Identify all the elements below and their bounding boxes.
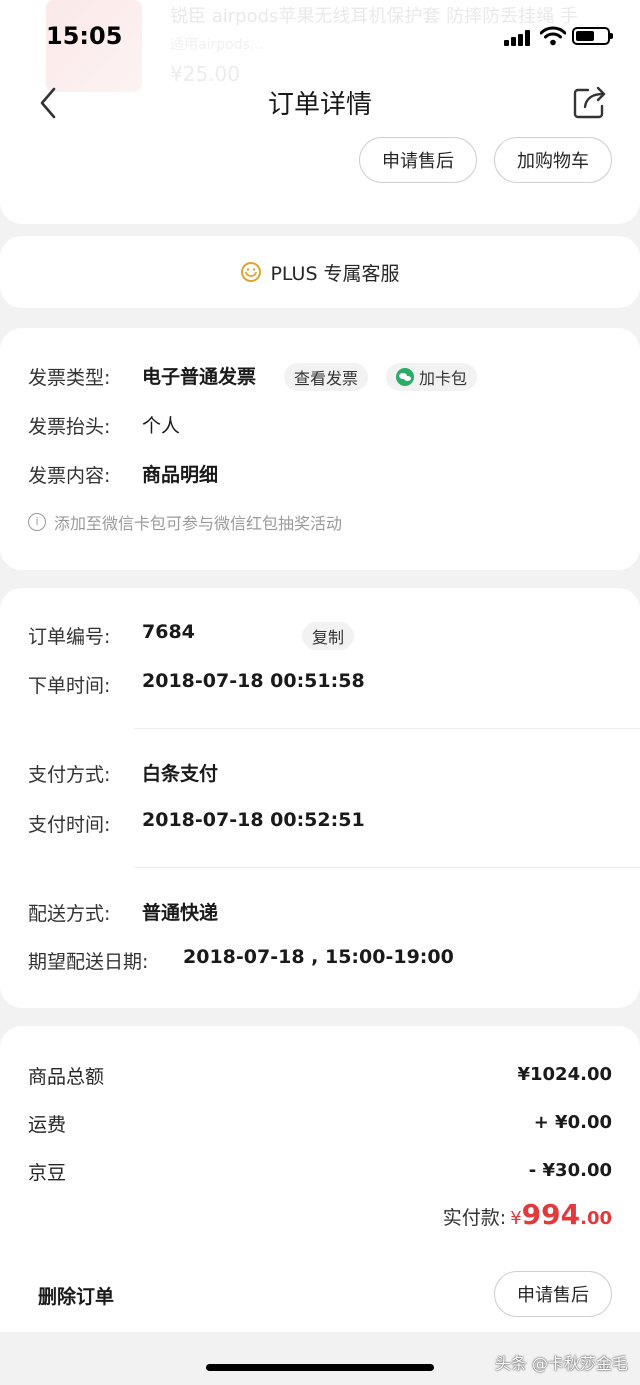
- customer-service-icon: [241, 262, 262, 282]
- invoice-type-label: 发票类型:: [28, 366, 111, 389]
- copy-order-no-button[interactable]: 复制: [302, 622, 355, 650]
- pay-time-label: 支付时间:: [28, 813, 111, 836]
- plus-service-card[interactable]: PLUS 专属客服: [0, 236, 640, 308]
- ship-method-row: 配送方式:: [28, 897, 110, 927]
- invoice-content-label: 发票内容:: [28, 464, 111, 487]
- home-indicator[interactable]: [206, 1364, 434, 1371]
- freight-label: 运费: [28, 1114, 67, 1136]
- order-time-label: 下单时间:: [28, 674, 111, 697]
- goods-total-value: ¥1024.00: [517, 1064, 612, 1085]
- pay-method-row: 支付方式:: [28, 758, 110, 788]
- order-no-value: 7684: [142, 621, 195, 643]
- status-bar: 15:05: [0, 0, 640, 70]
- add-to-wallet-label: 加卡包: [419, 369, 468, 388]
- wifi-icon: [540, 26, 566, 46]
- info-icon: i: [28, 513, 46, 531]
- invoice-content-row: 发票内容:: [28, 459, 110, 489]
- order-no-label: 订单编号:: [28, 625, 111, 648]
- apply-after-sale-bottom-button[interactable]: 申请售后: [494, 1271, 612, 1317]
- pay-time-value: 2018-07-18 00:52:51: [142, 809, 365, 831]
- delivery-date-value: 2018-07-18 , 15:00-19:00: [183, 946, 454, 968]
- paid-decimal: .00: [580, 1208, 612, 1229]
- freight-value: + ¥0.00: [533, 1112, 612, 1133]
- ship-method-label: 配送方式:: [28, 902, 111, 925]
- divider: [134, 867, 640, 868]
- paid-label: 实付款:: [442, 1207, 507, 1229]
- invoice-content-value: 商品明细: [142, 464, 219, 486]
- paid-integer: 994: [521, 1198, 581, 1231]
- invoice-title-row: 发票抬头:: [28, 410, 110, 440]
- cellular-signal-icon: [504, 30, 534, 46]
- header-area: 锐臣 airpods苹果无线耳机保护套 防摔防丢挂绳 手 适用airpods..…: [0, 0, 640, 224]
- status-time: 15:05: [46, 22, 123, 50]
- wallet-hint: i 添加至微信卡包可参与微信红包抽奖活动: [28, 510, 342, 534]
- invoice-title-value: 个人: [142, 415, 181, 437]
- order-no-row: 订单编号:: [28, 620, 110, 650]
- wechat-icon: [396, 368, 414, 386]
- ship-method-value: 普通快递: [142, 902, 219, 924]
- invoice-title-label: 发票抬头:: [28, 415, 111, 438]
- pay-time-row: 支付时间:: [28, 808, 110, 838]
- divider: [134, 728, 640, 729]
- page-title: 订单详情: [267, 90, 372, 120]
- pay-method-value: 白条支付: [142, 763, 219, 785]
- delivery-date-label: 期望配送日期:: [28, 950, 149, 973]
- delivery-date-row: 期望配送日期:: [28, 945, 148, 975]
- goods-total-label: 商品总额: [28, 1066, 105, 1088]
- jd-bean-value: - ¥30.00: [528, 1160, 612, 1181]
- paid-currency: ¥: [510, 1208, 522, 1229]
- delete-order-button[interactable]: 删除订单: [38, 1282, 114, 1309]
- order-time-value: 2018-07-18 00:51:58: [142, 670, 365, 692]
- paid-amount: 实付款: ¥ 994 .00: [443, 1198, 612, 1231]
- add-to-cart-button[interactable]: 加购物车: [494, 137, 612, 183]
- pay-method-label: 支付方式:: [28, 763, 111, 786]
- order-time-row: 下单时间:: [28, 669, 110, 699]
- battery-icon: [572, 27, 613, 45]
- view-invoice-button[interactable]: 查看发票: [284, 363, 369, 391]
- share-icon[interactable]: [572, 84, 608, 120]
- invoice-type-value: 电子普通发票: [142, 366, 257, 388]
- invoice-type-row: 发票类型:: [28, 361, 110, 391]
- watermark: 头条 @卡秋莎金毛: [494, 1354, 628, 1373]
- add-to-wallet-button[interactable]: 加卡包: [386, 363, 478, 391]
- jd-bean-label: 京豆: [28, 1162, 67, 1184]
- plus-service-label: PLUS 专属客服: [270, 262, 400, 285]
- wallet-hint-text: 添加至微信卡包可参与微信红包抽奖活动: [54, 514, 343, 533]
- apply-after-sale-button[interactable]: 申请售后: [359, 137, 477, 183]
